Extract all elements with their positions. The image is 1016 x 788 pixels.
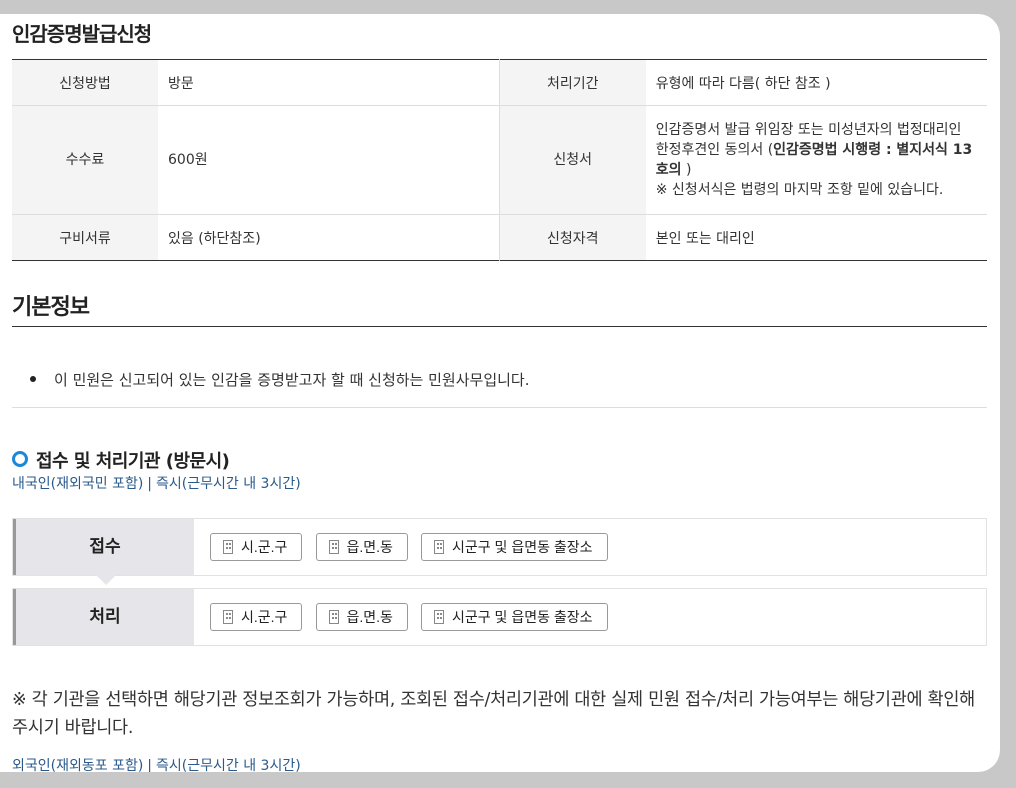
button-label: 시군구 및 읍면동 출장소 xyxy=(452,539,593,555)
form-value: 인감증명서 발급 위임장 또는 미성년자의 법정대리인 한정후견인 동의서 (인… xyxy=(645,105,987,215)
button-label: 시군구 및 읍면동 출장소 xyxy=(452,609,593,625)
building-icon xyxy=(223,610,233,624)
form-note: ※ 신청서식은 법령의 마지막 조항 밑에 있습니다. xyxy=(655,182,944,198)
list-item: 이 민원은 신고되어 있는 인감을 증명받고자 할 때 신청하는 민원사무입니다… xyxy=(30,369,529,390)
process-branch-office-button[interactable]: 시군구 및 읍면동 출장소 xyxy=(421,603,608,631)
bullet-text: 이 민원은 신고되어 있는 인감을 증명받고자 할 때 신청하는 민원사무입니다… xyxy=(54,371,530,389)
circle-bullet-icon xyxy=(12,451,28,467)
building-icon xyxy=(328,610,339,624)
page-title: 인감증명발급신청 xyxy=(12,22,152,46)
button-label: 시.군.구 xyxy=(241,609,288,625)
period-value: 유형에 따라 다름( 하단 참조 ) xyxy=(645,59,987,106)
process-agency-buttons: 시.군.구 읍.면.동 시군구 및 읍면동 출장소 xyxy=(210,603,616,631)
receive-row: 접수 시.군.구 읍.면.동 시군구 및 읍면동 출장소 xyxy=(12,518,987,585)
fee-label: 수수료 xyxy=(12,105,158,215)
form-label: 신청서 xyxy=(498,105,646,215)
bullet-icon xyxy=(30,375,36,382)
process-header: 처리 xyxy=(13,589,194,645)
domestic-line: 내국인(재외국민 포함) | 즉시(근무시간 내 3시간) xyxy=(12,473,301,493)
section-title-basic-info: 기본정보 xyxy=(12,295,90,320)
foreign-time: 즉시(근무시간 내 3시간) xyxy=(156,758,301,772)
down-arrow-icon xyxy=(96,575,116,585)
receive-si-gun-gu-button[interactable]: 시.군.구 xyxy=(210,533,303,561)
button-label: 읍.면.동 xyxy=(346,539,393,555)
period-label: 처리기간 xyxy=(498,59,646,106)
button-label: 읍.면.동 xyxy=(346,609,393,625)
notice-text: ※ 각 기관을 선택하면 해당기관 정보조회가 가능하며, 조회된 접수/처리기… xyxy=(12,690,975,738)
domestic-time: 즉시(근무시간 내 3시간) xyxy=(156,476,301,492)
processing-heading: 접수 및 처리기관 (방문시) xyxy=(12,447,230,473)
receive-branch-office-button[interactable]: 시군구 및 읍면동 출장소 xyxy=(421,533,608,561)
receive-label: 접수 xyxy=(89,537,121,557)
processing-heading-text: 접수 및 처리기관 (방문시) xyxy=(36,451,230,472)
process-si-gun-gu-button[interactable]: 시.군.구 xyxy=(210,603,303,631)
process-eup-myeon-dong-button[interactable]: 읍.면.동 xyxy=(315,603,408,631)
qual-label: 신청자격 xyxy=(498,214,646,261)
separator: | xyxy=(147,476,153,492)
docs-value: 있음 (하단참조) xyxy=(168,230,261,247)
table-row: 신청방법 방문 처리기간 유형에 따라 다름( 하단 참조 ) xyxy=(12,59,987,106)
info-table: 신청방법 방문 처리기간 유형에 따라 다름( 하단 참조 ) 수수료 600원… xyxy=(12,59,987,261)
qual-value: 본인 또는 대리인 xyxy=(655,230,755,247)
method-label: 신청방법 xyxy=(12,59,158,106)
building-icon xyxy=(434,610,445,624)
docs-label: 구비서류 xyxy=(12,214,158,261)
divider xyxy=(12,326,987,327)
method-value: 방문 xyxy=(158,59,500,106)
content-card: 인감증명발급신청 신청방법 방문 처리기간 유형에 따라 다름( 하단 참조 )… xyxy=(0,14,1000,772)
separator: | xyxy=(147,758,153,772)
process-label: 처리 xyxy=(89,607,121,627)
receive-eup-myeon-dong-button[interactable]: 읍.면.동 xyxy=(315,533,408,561)
table-row: 구비서류 있음 (하단참조) 신청자격 본인 또는 대리인 xyxy=(12,214,987,261)
fee-value: 600원 xyxy=(158,105,500,215)
foreign-link[interactable]: 외국인(재외동포 포함) xyxy=(12,758,143,772)
building-icon xyxy=(328,540,339,554)
divider xyxy=(12,407,987,408)
form-text-close: ) xyxy=(681,162,692,178)
receive-header: 접수 xyxy=(13,519,194,585)
button-label: 시.군.구 xyxy=(241,539,288,555)
process-row: 처리 시.군.구 읍.면.동 시군구 및 읍면동 출장소 xyxy=(12,588,987,646)
building-icon xyxy=(434,540,445,554)
domestic-link[interactable]: 내국인(재외국민 포함) xyxy=(12,476,143,492)
receive-agency-buttons: 시.군.구 읍.면.동 시군구 및 읍면동 출장소 xyxy=(210,533,616,561)
table-row: 수수료 600원 신청서 인감증명서 발급 위임장 또는 미성년자의 법정대리인… xyxy=(12,105,987,215)
foreign-line: 외국인(재외동포 포함) | 즉시(근무시간 내 3시간) xyxy=(12,755,301,772)
building-icon xyxy=(223,540,233,554)
